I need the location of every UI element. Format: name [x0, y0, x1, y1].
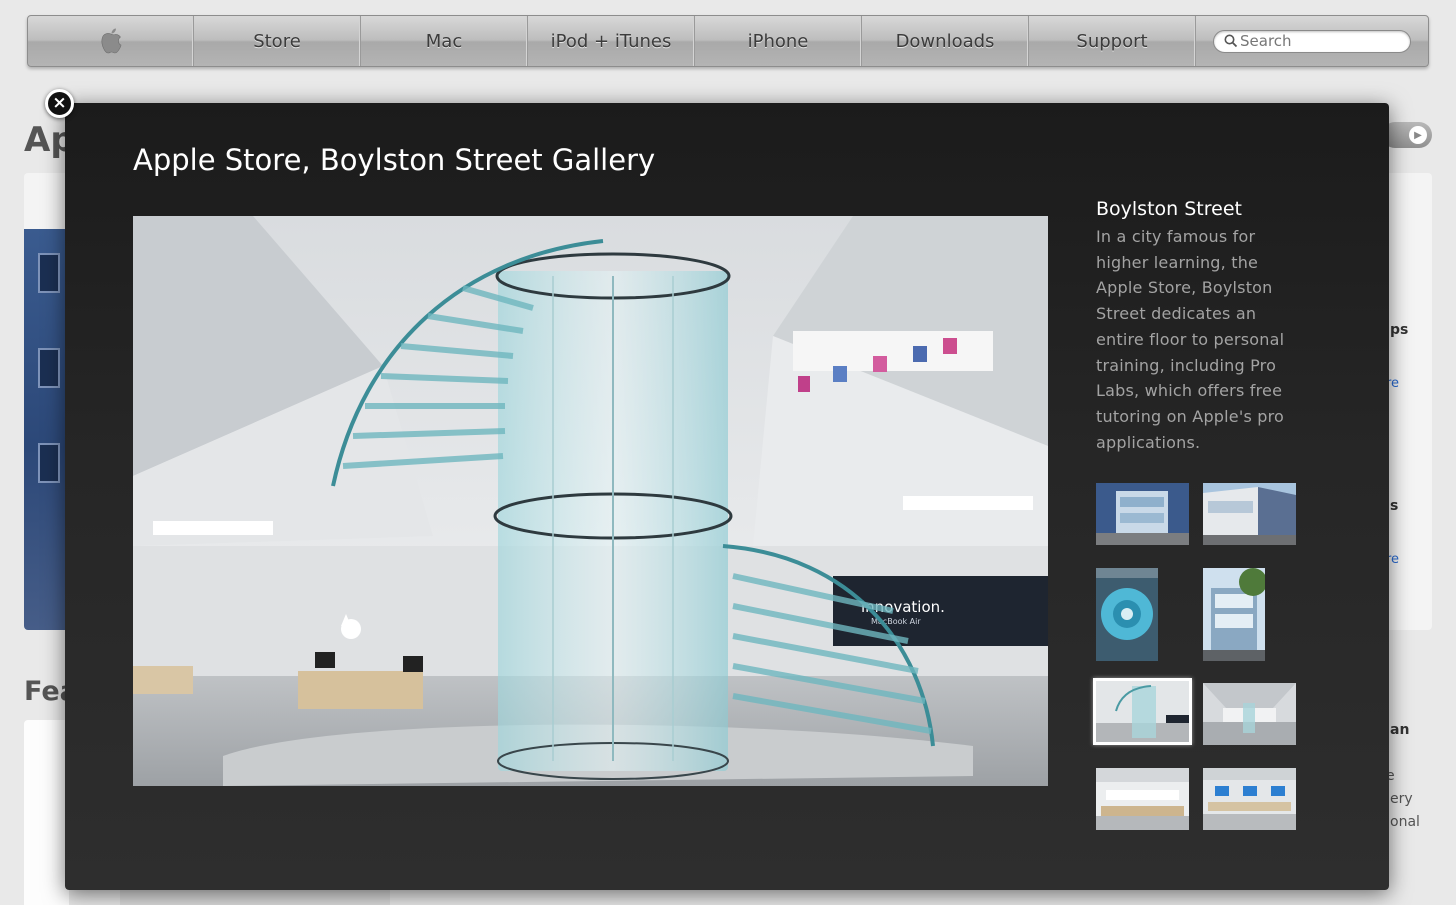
nav-item-ipod-itunes[interactable]: iPod + iTunes — [528, 16, 695, 66]
thumbnail-storefront-front[interactable] — [1096, 483, 1189, 545]
background-strip — [120, 890, 390, 905]
close-icon[interactable]: × — [45, 89, 74, 118]
caption-title: Boylston Street — [1096, 198, 1242, 220]
global-nav: Store Mac iPod + iTunes iPhone Downloads… — [27, 15, 1429, 67]
background-fragment: ery — [1390, 791, 1413, 807]
background-more-button[interactable]: ▶ — [1382, 122, 1432, 148]
background-hero-image — [24, 173, 69, 630]
thumbnail-training-tables[interactable] — [1203, 768, 1296, 830]
thumbnail-staircase-top-view[interactable] — [1096, 568, 1158, 661]
thumbnail-facade-trees[interactable] — [1203, 568, 1265, 661]
search-box[interactable] — [1213, 29, 1411, 53]
search-icon — [1224, 34, 1238, 48]
nav-item-mac[interactable]: Mac — [361, 16, 528, 66]
background-fragment: s — [1390, 498, 1399, 514]
search-container — [1196, 16, 1428, 66]
thumbnail-storefront-angle[interactable] — [1203, 483, 1296, 545]
background-fragment: an — [1390, 722, 1410, 738]
background-fragment: onal — [1390, 814, 1420, 830]
gallery-title: Apple Store, Boylston Street Gallery — [133, 143, 656, 177]
thumbnail-store-interior-wide[interactable] — [1203, 683, 1296, 745]
background-fragment: ps — [1390, 322, 1409, 338]
nav-item-iphone[interactable]: iPhone — [695, 16, 862, 66]
nav-item-store[interactable]: Store — [194, 16, 361, 66]
apple-logo-icon[interactable] — [28, 16, 194, 66]
nav-item-support[interactable]: Support — [1029, 16, 1196, 66]
search-input[interactable] — [1240, 32, 1400, 50]
background-feature-card — [24, 720, 69, 905]
arrow-right-icon: ▶ — [1409, 126, 1427, 144]
caption-body: In a city famous for higher learning, th… — [1096, 227, 1285, 452]
thumbnail-glass-staircase[interactable] — [1093, 678, 1192, 745]
main-gallery-image: innovation. MacBook Air — [133, 216, 1048, 786]
nav-item-downloads[interactable]: Downloads — [862, 16, 1029, 66]
thumbnail-genius-bar[interactable] — [1096, 768, 1189, 830]
